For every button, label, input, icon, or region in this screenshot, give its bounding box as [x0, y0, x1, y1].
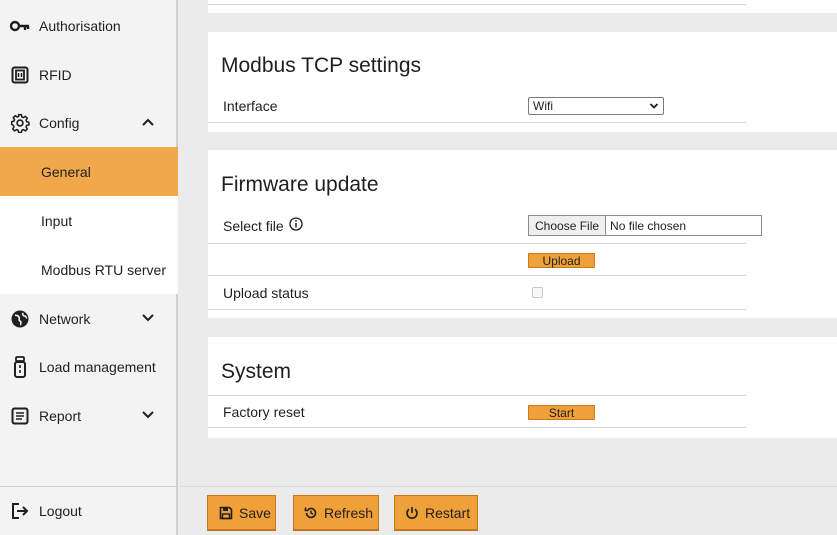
- row-divider: [208, 395, 746, 396]
- select-file-text: Select file: [223, 218, 284, 234]
- restart-button[interactable]: Restart: [394, 495, 478, 530]
- refresh-label: Refresh: [324, 504, 374, 521]
- file-status-text: No file chosen: [610, 218, 687, 233]
- row-divider: [208, 309, 746, 310]
- action-bar: Save Refresh Restart: [180, 486, 837, 535]
- sidebar-item-label: Report: [39, 407, 82, 424]
- firmware-update-section: Firmware update Select file Choose File …: [208, 150, 837, 318]
- logout-button[interactable]: Logout: [0, 486, 178, 535]
- sidebar: Authorisation RFID Config General Input …: [0, 0, 178, 535]
- factory-reset-label: Factory reset: [223, 404, 305, 420]
- interface-select[interactable]: Wifi: [528, 97, 664, 115]
- chevron-down-icon: [649, 103, 659, 109]
- sidebar-item-modbus-rtu-server[interactable]: Modbus RTU server: [0, 245, 178, 294]
- sidebar-item-load-management[interactable]: Load management: [0, 342, 178, 391]
- sidebar-item-report[interactable]: Report: [0, 391, 178, 440]
- row-divider: [208, 122, 746, 123]
- interface-label: Interface: [223, 98, 278, 114]
- sidebar-item-label: Authorisation: [39, 17, 121, 34]
- upload-status-checkbox: [532, 287, 543, 298]
- sidebar-item-label: Load management: [39, 358, 156, 375]
- sidebar-item-input[interactable]: Input: [0, 196, 178, 245]
- logout-label: Logout: [39, 502, 82, 519]
- section-title: Modbus TCP settings: [221, 54, 421, 77]
- plug-icon: [10, 355, 30, 378]
- chevron-up-icon: [142, 118, 154, 126]
- refresh-icon: [304, 506, 318, 520]
- power-icon: [405, 506, 419, 520]
- sidebar-item-label: RFID: [39, 66, 72, 83]
- upload-button[interactable]: Upload: [528, 253, 595, 268]
- sidebar-item-rfid[interactable]: RFID: [0, 50, 178, 99]
- floppy-disk-icon: [219, 506, 233, 520]
- sidebar-subitem-label: General: [41, 163, 91, 180]
- modbus-tcp-section: Modbus TCP settings Interface Wifi: [208, 32, 837, 132]
- rfid-icon: [10, 65, 30, 85]
- sidebar-item-network[interactable]: Network: [0, 294, 178, 343]
- restart-label: Restart: [425, 504, 471, 521]
- sidebar-item-label: Network: [39, 310, 91, 327]
- chevron-down-icon: [142, 314, 154, 322]
- upload-status-label: Upload status: [223, 285, 309, 301]
- select-file-label: Select file: [223, 217, 303, 234]
- row-divider: [208, 4, 746, 5]
- row-divider: [208, 243, 746, 244]
- key-icon: [10, 16, 30, 36]
- info-icon[interactable]: [289, 217, 303, 231]
- globe-icon: [10, 309, 30, 329]
- main-content: Modbus TCP settings Interface Wifi Firmw…: [180, 0, 837, 486]
- sidebar-subitem-label: Modbus RTU server: [41, 261, 167, 278]
- row-divider: [208, 427, 746, 428]
- save-button[interactable]: Save: [207, 495, 276, 530]
- previous-section-card: [208, 0, 837, 13]
- section-title: Firmware update: [221, 173, 379, 196]
- sidebar-item-general[interactable]: General: [0, 147, 178, 196]
- file-input[interactable]: Choose File No file chosen: [528, 215, 762, 236]
- refresh-button[interactable]: Refresh: [293, 495, 379, 530]
- logout-icon: [10, 501, 30, 521]
- factory-reset-start-button[interactable]: Start: [528, 405, 595, 420]
- system-section: System Factory reset Start: [208, 337, 837, 438]
- section-title: System: [221, 360, 292, 383]
- interface-select-value: Wifi: [533, 99, 553, 113]
- save-label: Save: [239, 504, 271, 521]
- chevron-down-icon: [142, 411, 154, 419]
- gear-icon: [10, 113, 30, 133]
- sidebar-subitem-label: Input: [41, 212, 73, 229]
- sidebar-item-config[interactable]: Config: [0, 98, 178, 147]
- document-icon: [10, 406, 30, 426]
- choose-file-button[interactable]: Choose File: [529, 216, 607, 235]
- sidebar-item-authorisation[interactable]: Authorisation: [0, 1, 178, 50]
- row-divider: [208, 275, 746, 276]
- sidebar-item-label: Config: [39, 114, 80, 131]
